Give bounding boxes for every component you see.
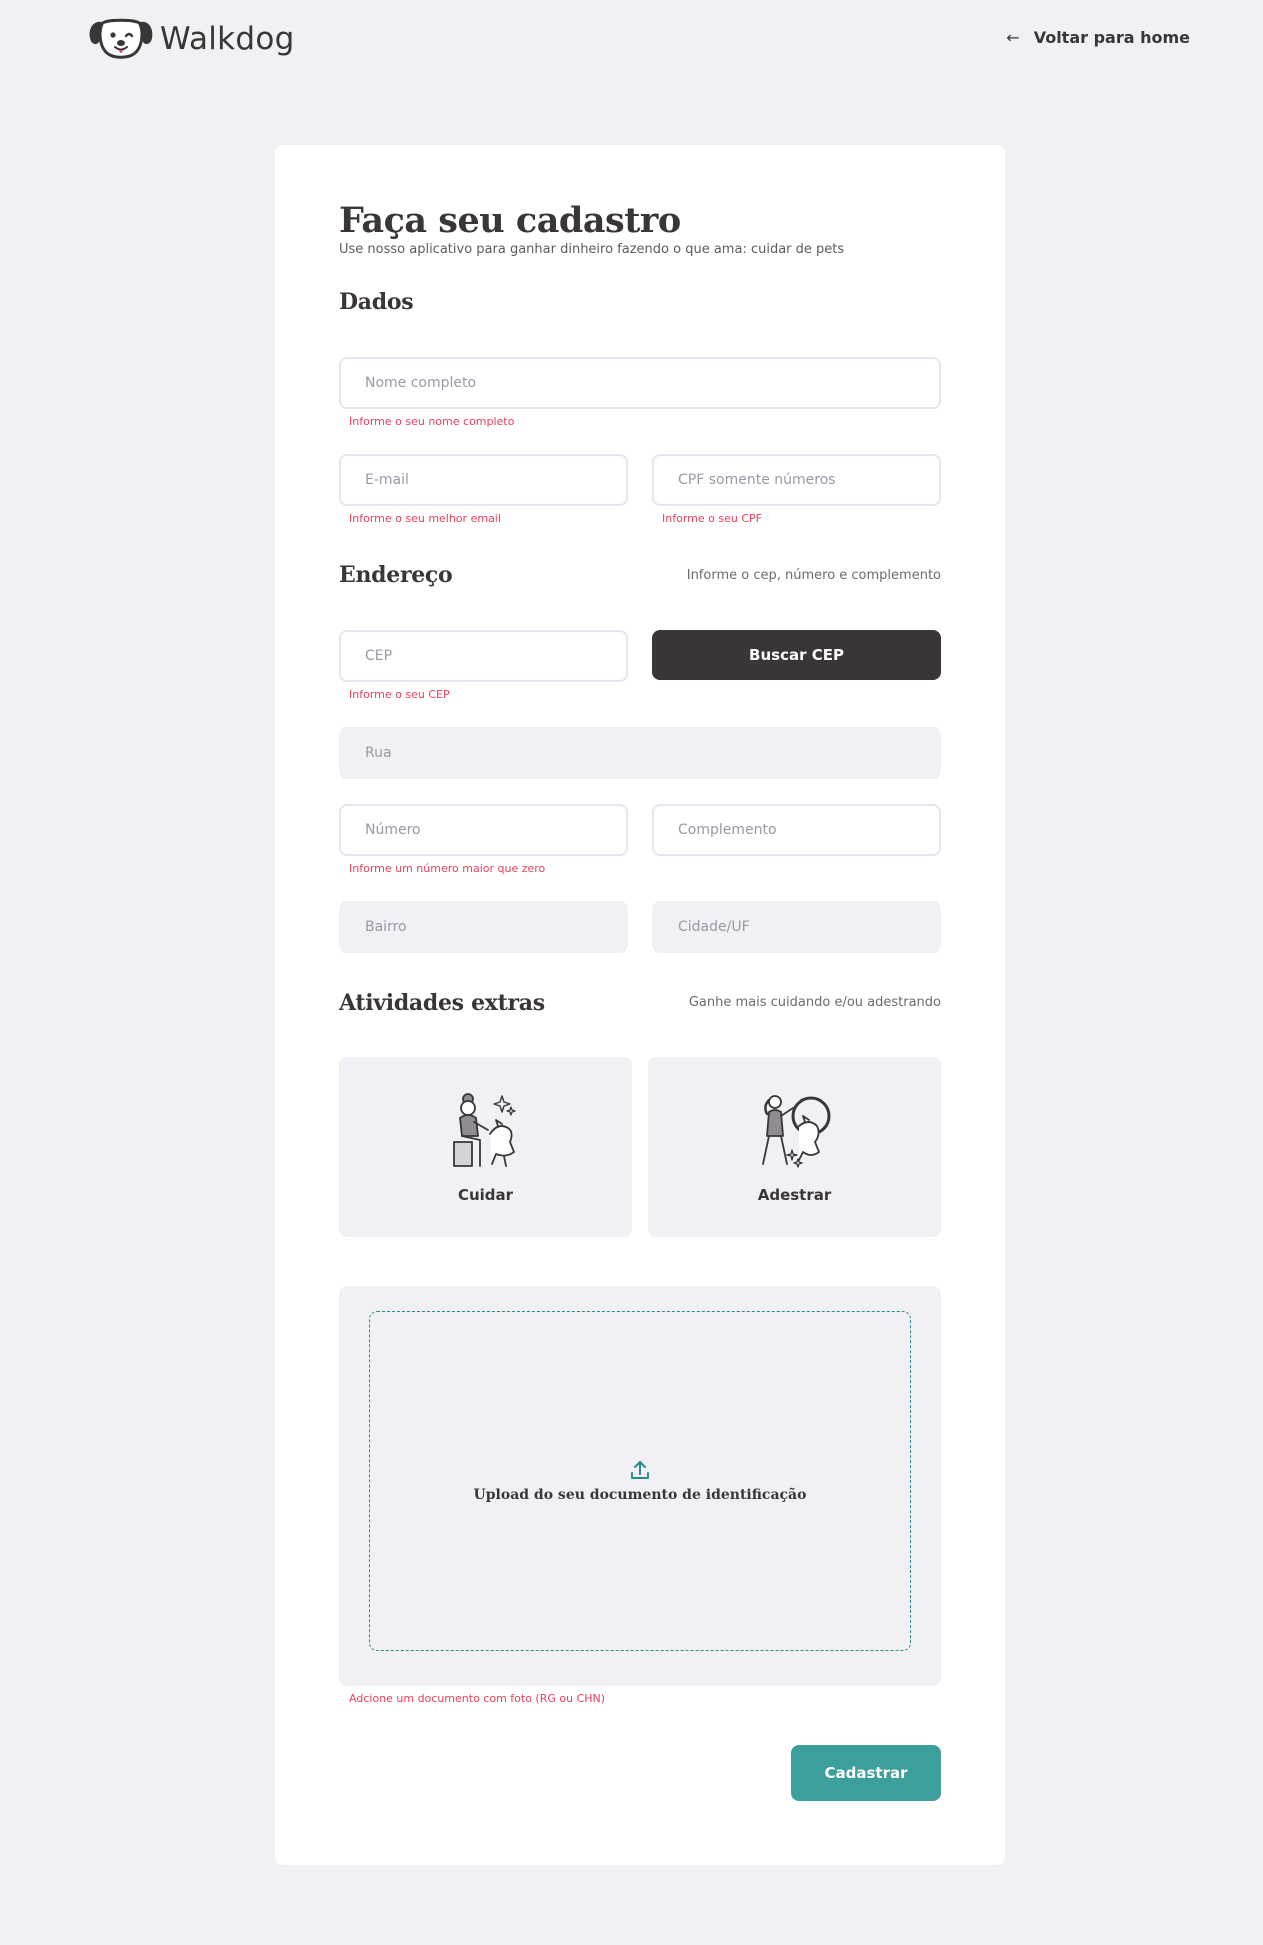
section-title-atividades: Atividades extras: [339, 990, 545, 1016]
document-dropzone[interactable]: Upload do seu documento de identificação: [369, 1311, 911, 1651]
cep-input[interactable]: [339, 630, 628, 682]
page-subtitle: Use nosso aplicativo para ganhar dinheir…: [339, 242, 845, 257]
signup-card: Faça seu cadastro Use nosso aplicativo p…: [275, 145, 1005, 1865]
number-error: Informe um número maior que zero: [349, 862, 546, 875]
page-header: Walkdog ← Voltar para home: [0, 0, 1263, 80]
pet-care-icon: [452, 1093, 516, 1167]
dog-logo-icon: [89, 18, 153, 59]
document-upload-area: Upload do seu documento de identificação: [339, 1286, 941, 1686]
activity-label-adestrar: Adestrar: [757, 1186, 832, 1204]
atividades-hint: Ganhe mais cuidando e/ou adestrando: [688, 995, 941, 1010]
city-state-input[interactable]: [652, 901, 941, 953]
cpf-input[interactable]: [652, 454, 941, 506]
brand-logo[interactable]: Walkdog: [88, 16, 295, 62]
email-error: Informe o seu melhor email: [349, 512, 501, 525]
arrow-left-icon: ←: [1006, 28, 1020, 47]
upload-icon: [631, 1461, 649, 1479]
activity-label-cuidar: Cuidar: [457, 1186, 514, 1204]
cep-error: Informe o seu CEP: [349, 688, 450, 701]
section-title-dados: Dados: [339, 289, 414, 315]
number-input[interactable]: [339, 804, 628, 856]
brand-name: Walkdog: [160, 21, 295, 57]
neighborhood-input[interactable]: [339, 901, 628, 953]
submit-button[interactable]: Cadastrar: [791, 1745, 941, 1801]
street-input[interactable]: [339, 727, 941, 779]
activity-option-adestrar[interactable]: Adestrar: [648, 1057, 941, 1237]
full-name-input[interactable]: [339, 357, 941, 409]
upload-label: Upload do seu documento de identificação: [473, 1487, 807, 1503]
endereco-hint: Informe o cep, número e complemento: [686, 568, 941, 583]
upload-error: Adcione um documento com foto (RG ou CHN…: [349, 1692, 606, 1705]
cpf-error: Informe o seu CPF: [662, 512, 762, 525]
complement-input[interactable]: [652, 804, 941, 856]
section-title-endereco: Endereço: [339, 562, 453, 588]
back-to-home-link[interactable]: ← Voltar para home: [1006, 28, 1190, 47]
dog-training-icon: [761, 1095, 830, 1168]
email-input[interactable]: [339, 454, 628, 506]
activity-option-cuidar[interactable]: Cuidar: [339, 1057, 632, 1237]
full-name-error: Informe o seu nome completo: [349, 415, 515, 428]
page-title: Faça seu cadastro: [339, 200, 681, 241]
back-to-home-label: Voltar para home: [1033, 28, 1190, 47]
search-cep-button[interactable]: Buscar CEP: [652, 630, 941, 680]
